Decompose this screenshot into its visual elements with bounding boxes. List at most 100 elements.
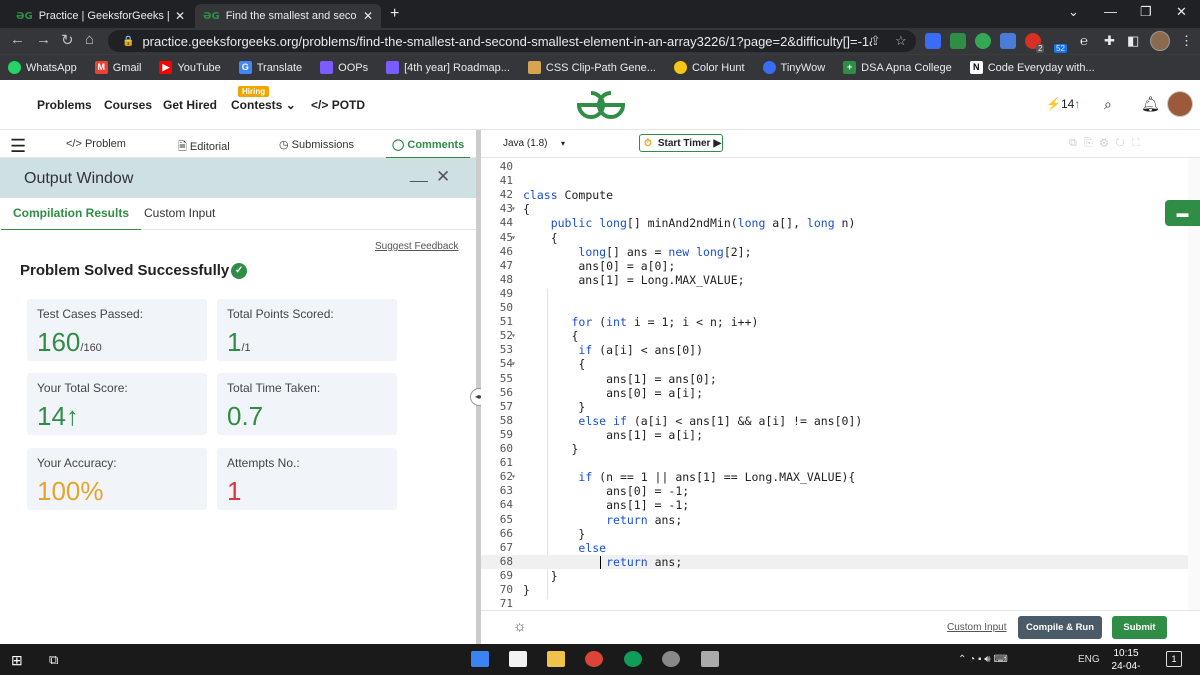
browser-tab-problem[interactable]: ƏG Find the smallest and second sm ✕ (195, 4, 381, 28)
edge-icon[interactable] (624, 651, 642, 667)
settings-icon[interactable] (662, 651, 680, 667)
code-line[interactable]: 56 ans[0] = a[i]; (481, 386, 1200, 400)
windows-start-icon[interactable]: ⊞ (11, 652, 23, 669)
browser-tab-practice[interactable]: ƏG Practice | GeeksforGeeks | A com ✕ (8, 4, 193, 28)
bookmark-roadmap[interactable]: [4th year] Roadmap... (386, 61, 510, 74)
code-line[interactable]: 47 ans[0] = a[0]; (481, 259, 1200, 273)
code-line[interactable]: 51 for (int i = 1; i < n; i++) (481, 315, 1200, 329)
sidebar-icon[interactable]: ◧ (1127, 33, 1139, 49)
lightbulb-icon[interactable]: ☼ (513, 618, 527, 635)
fold-icon[interactable]: ▾ (511, 329, 516, 343)
code-line[interactable]: 59 ans[1] = a[i]; (481, 428, 1200, 442)
bookmark-gmail[interactable]: M Gmail (94, 61, 141, 74)
bookmark-translate[interactable]: G Translate (238, 61, 302, 74)
app-icon[interactable] (701, 651, 719, 667)
code-line[interactable]: 63 ans[0] = -1; (481, 484, 1200, 498)
bookmark-oops[interactable]: OOPs (320, 61, 368, 74)
fold-icon[interactable]: ▾ (511, 470, 516, 484)
reload-icon[interactable]: ↻ (61, 31, 74, 49)
close-window-icon[interactable]: ✕ (1176, 4, 1187, 20)
bookmark-clip-path[interactable]: CSS Clip-Path Gene... (527, 61, 656, 74)
bookmark-whatsapp[interactable]: WhatsApp (8, 61, 77, 74)
tab-custom-input[interactable]: Custom Input (144, 206, 215, 220)
code-line[interactable]: 44 public long[] minAnd2ndMin(long a[], … (481, 216, 1200, 230)
code-line[interactable]: 66 } (481, 527, 1200, 541)
bell-icon[interactable]: 🔔︎ (1141, 95, 1160, 113)
language-indicator[interactable]: ENG (1078, 654, 1100, 665)
code-line[interactable]: 58 else if (a[i] < ans[1] && a[i] != ans… (481, 414, 1200, 428)
home-icon[interactable]: ⌂ (85, 31, 94, 48)
code-line[interactable]: 57 } (481, 400, 1200, 414)
puzzle-icon[interactable]: ✚ (1104, 33, 1115, 49)
tab-submissions[interactable]: ◷ Submissions (279, 138, 354, 151)
code-line[interactable]: 60 } (481, 442, 1200, 456)
share-icon[interactable]: ⇪ (870, 33, 881, 49)
tray-icons[interactable]: ⌃ ◔ ▪ 🔊︎ ⌨ (958, 654, 1008, 665)
code-line[interactable]: 52 ▾ { (481, 329, 1200, 343)
bookmark-dsa[interactable]: + DSA Apna College (843, 61, 952, 74)
hamburger-icon[interactable]: ☰ (10, 136, 26, 157)
extension-icon[interactable] (950, 33, 966, 49)
tab-comments[interactable]: ◯ Comments (385, 138, 471, 159)
nav-courses[interactable]: Courses (104, 98, 152, 112)
restore-icon[interactable]: ❐ (1140, 4, 1152, 20)
gfg-logo[interactable] (575, 88, 627, 122)
minimize-icon[interactable]: __ (410, 166, 428, 184)
close-icon[interactable]: ✕ (436, 167, 450, 187)
url-bar[interactable]: 🔒 practice.geeksforgeeks.org/problems/fi… (108, 30, 916, 52)
custom-input-link[interactable]: Custom Input (947, 622, 1006, 633)
user-avatar[interactable] (1167, 91, 1193, 117)
editor-actions[interactable]: ⧉⎘⚙↻⛶ (1069, 137, 1147, 150)
code-line[interactable]: 42 class Compute (481, 188, 1200, 202)
extension-icon[interactable]: ℮ (1080, 33, 1088, 48)
extension-icon[interactable] (975, 33, 991, 49)
code-line[interactable]: 55 ans[1] = ans[0]; (481, 372, 1200, 386)
tab-compilation-results[interactable]: Compilation Results (0, 206, 142, 231)
chevron-down-icon[interactable]: ⌄ (1068, 4, 1079, 20)
bookmark-color-hunt[interactable]: Color Hunt (673, 61, 745, 74)
menu-icon[interactable]: ⋮ (1180, 33, 1193, 49)
compile-run-button[interactable]: Compile & Run (1018, 616, 1102, 639)
code-line[interactable]: 48 ans[1] = Long.MAX_VALUE; (481, 273, 1200, 287)
code-line[interactable]: 45 ▾ { (481, 231, 1200, 245)
code-line[interactable]: 53 if (a[i] < ans[0]) (481, 343, 1200, 357)
bookmark-tinywow[interactable]: TinyWow (762, 61, 825, 74)
start-timer-button[interactable]: ⏱ Start Timer ▶ (639, 134, 723, 152)
code-line[interactable]: 68 return ans; (481, 554, 1200, 569)
code-line[interactable]: 46 long[] ans = new long[2]; (481, 245, 1200, 259)
code-line[interactable]: 65 return ans; (481, 513, 1200, 527)
search-icon[interactable]: ⌕ (1104, 96, 1112, 113)
language-select[interactable]: Java (1.8) (503, 138, 547, 149)
nav-problems[interactable]: Problems (37, 98, 92, 112)
tab-problem[interactable]: </> Problem (66, 138, 126, 150)
mail-icon[interactable] (471, 651, 489, 667)
task-view-icon[interactable]: ⧉ (49, 652, 58, 668)
suggest-feedback-link[interactable]: Suggest Feedback (375, 241, 458, 252)
folder-icon[interactable] (547, 651, 565, 667)
new-tab-button[interactable]: + (390, 5, 399, 23)
tab-editorial[interactable]: 🗎 Editorial (178, 138, 230, 157)
back-icon[interactable]: ← (10, 31, 25, 48)
code-line[interactable]: 64 ans[1] = -1; (481, 498, 1200, 512)
code-line[interactable]: 40 (481, 160, 1200, 174)
star-icon[interactable]: ☆ (895, 33, 907, 49)
code-line[interactable]: 50 (481, 301, 1200, 315)
clock[interactable]: 10:15 24-04-2023 (1105, 647, 1147, 675)
code-line[interactable]: 61 (481, 456, 1200, 470)
chat-icon[interactable]: ▬ (1165, 200, 1200, 226)
store-icon[interactable] (509, 651, 527, 667)
code-line[interactable]: 49 (481, 287, 1200, 301)
notification-icon[interactable]: 1 (1166, 651, 1182, 667)
code-editor[interactable]: 40 41 42 class Compute 43 ▾{44 public long[] … (481, 158, 1200, 610)
submit-button[interactable]: Submit (1112, 616, 1167, 639)
code-line[interactable]: 43 ▾{ (481, 202, 1200, 216)
extension-icon[interactable] (925, 33, 941, 49)
minimize-icon[interactable]: — (1104, 4, 1117, 19)
fold-icon[interactable]: ▾ (511, 231, 516, 245)
streak-counter[interactable]: ⚡14↑ (1046, 97, 1080, 111)
code-line[interactable]: 70} (481, 583, 1200, 597)
code-line[interactable]: 67 else (481, 541, 1200, 555)
nav-potd[interactable]: </> POTD (311, 98, 365, 112)
fold-icon[interactable]: ▾ (511, 202, 516, 216)
bookmark-youtube[interactable]: ▶ YouTube (159, 61, 221, 74)
